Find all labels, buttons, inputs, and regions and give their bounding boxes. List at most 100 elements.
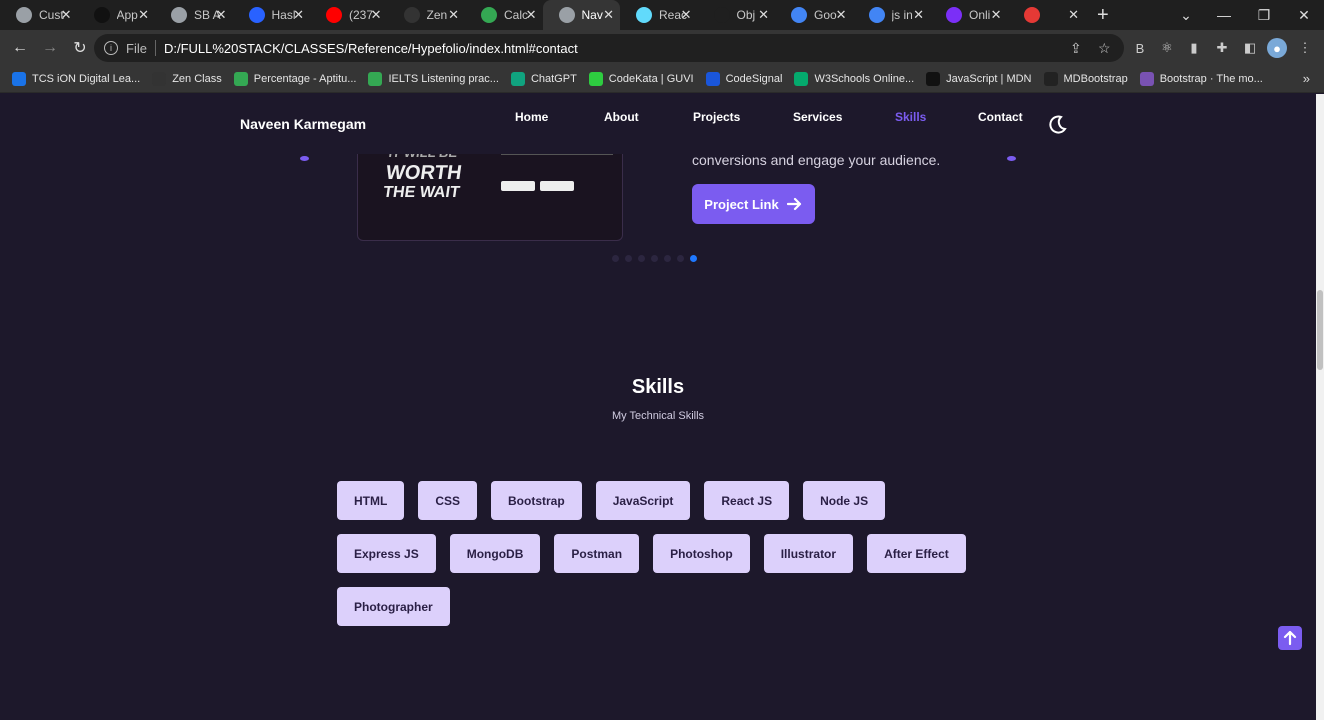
close-tab-icon[interactable]: ✕ [681, 7, 692, 23]
react-devtools-icon[interactable]: ⚛ [1157, 38, 1177, 58]
bookmark-item[interactable]: ChatGPT [510, 72, 577, 86]
close-tab-icon[interactable]: ✕ [758, 7, 769, 23]
bookmark-item[interactable]: JavaScript | MDN [926, 72, 1032, 86]
address-bar[interactable]: i File D:/FULL%20STACK/CLASSES/Reference… [94, 34, 1124, 62]
close-tab-icon[interactable]: ✕ [913, 7, 924, 23]
share-icon[interactable]: ⇪ [1070, 40, 1082, 57]
site-info-icon[interactable]: i [104, 41, 118, 55]
close-tab-icon[interactable]: ✕ [991, 7, 1002, 23]
nav-link-contact[interactable]: Contact [978, 110, 1023, 124]
bookmark-label: Bootstrap · The mo... [1159, 73, 1263, 85]
tab-search-icon[interactable]: ⌄ [1174, 4, 1198, 26]
bookmark-item[interactable]: W3Schools Online... [794, 72, 914, 86]
puzzle-icon[interactable]: ✚ [1212, 38, 1232, 58]
side-panel-icon[interactable]: ◧ [1240, 38, 1260, 58]
bookmark-item[interactable]: Percentage - Aptitu... [233, 72, 356, 86]
bookmark-label: CodeKata | GUVI [608, 73, 694, 85]
carousel-dot[interactable] [638, 255, 645, 262]
youtube-icon [326, 7, 342, 23]
close-tab-icon[interactable]: ✕ [1068, 7, 1079, 23]
close-tab-icon[interactable]: ✕ [293, 7, 304, 23]
close-window-button[interactable]: ✕ [1292, 4, 1316, 26]
skill-badge: CSS [418, 481, 478, 520]
browser-tab[interactable]: Zen ✕ [388, 0, 466, 30]
browser-tab[interactable]: Nav ✕ [542, 0, 620, 30]
bookmark-favicon-icon [926, 72, 941, 86]
bookmark-label: JavaScript | MDN [946, 73, 1032, 85]
close-tab-icon[interactable]: ✕ [836, 7, 847, 23]
bookmark-item[interactable]: CodeSignal [705, 72, 782, 86]
react-icon [636, 7, 652, 23]
carousel-prev-icon[interactable] [300, 156, 309, 161]
carousel-dot[interactable] [690, 255, 697, 262]
browser-tab[interactable]: Goo ✕ [775, 0, 853, 30]
maximize-button[interactable]: ❐ [1252, 4, 1276, 26]
close-tab-icon[interactable]: ✕ [61, 7, 72, 23]
menu-icon[interactable]: ⋮ [1295, 38, 1315, 58]
browser-tab[interactable]: ✕ [1008, 0, 1086, 30]
skill-badge: JavaScript [595, 481, 691, 520]
arrow-right-icon [786, 197, 801, 211]
tab-strip: Cust ✕ App ✕ SB A ✕ Hasl ✕ (237 ✕ Zen ✕ Calc ✕ Nav ✕ Rea… [0, 0, 1324, 30]
browser-tab[interactable]: App ✕ [78, 0, 156, 30]
play-store-badge [540, 181, 574, 191]
nav-link-services[interactable]: Services [793, 110, 842, 124]
back-icon[interactable]: ← [6, 34, 34, 62]
hashnode-icon [248, 7, 265, 23]
reload-icon[interactable]: ↻ [66, 34, 94, 62]
carousel-next-icon[interactable] [1007, 156, 1016, 161]
close-tab-icon[interactable]: ✕ [371, 7, 382, 23]
nav-link-skills[interactable]: Skills [895, 110, 926, 124]
project-link-button[interactable]: Project Link [692, 184, 815, 224]
new-tab-button[interactable]: + [1097, 4, 1109, 27]
google-icon [791, 7, 807, 23]
bookmark-item[interactable]: IELTS Listening prac... [368, 72, 499, 86]
bookmark-label: IELTS Listening prac... [388, 73, 499, 85]
extension-icon[interactable]: ▮ [1184, 38, 1204, 58]
project-link-label: Project Link [704, 196, 779, 212]
bookmark-item[interactable]: TCS iON Digital Lea... [12, 72, 140, 86]
minimize-button[interactable]: — [1212, 4, 1236, 26]
moon-icon[interactable] [1048, 114, 1068, 134]
bookmark-item[interactable]: CodeKata | GUVI [588, 72, 694, 86]
bookmark-star-icon[interactable]: ☆ [1098, 40, 1111, 57]
browser-tab[interactable]: Hasl ✕ [233, 0, 311, 30]
site-brand[interactable]: Naveen Karmegam [240, 116, 366, 132]
bookmark-item[interactable]: MDBootstrap [1043, 72, 1128, 86]
nav-link-projects[interactable]: Projects [693, 110, 740, 124]
close-tab-icon[interactable]: ✕ [448, 7, 459, 23]
browser-tab[interactable]: js in ✕ [853, 0, 931, 30]
browser-tab[interactable]: Onli ✕ [930, 0, 1008, 30]
bookmark-item[interactable]: Zen Class [152, 72, 222, 86]
url-text[interactable]: D:/FULL%20STACK/CLASSES/Reference/Hypefo… [164, 41, 578, 56]
close-tab-icon[interactable]: ✕ [138, 7, 149, 23]
nav-link-home[interactable]: Home [515, 110, 548, 124]
site-navbar: Naveen Karmegam Home About Projects Service… [0, 94, 1316, 154]
browser-tab[interactable]: SB A ✕ [155, 0, 233, 30]
forward-icon[interactable]: → [36, 34, 64, 62]
divider [154, 40, 156, 56]
more-bookmarks-icon[interactable]: » [1303, 71, 1310, 86]
browser-tab[interactable]: Calc ✕ [465, 0, 543, 30]
carousel-dot[interactable] [625, 255, 632, 262]
carousel-dot[interactable] [664, 255, 671, 262]
scrollbar-thumb[interactable] [1317, 290, 1323, 370]
nav-link-about[interactable]: About [604, 110, 639, 124]
browser-tab[interactable]: Cust ✕ [0, 0, 78, 30]
close-tab-icon[interactable]: ✕ [216, 7, 227, 23]
page-scrollbar[interactable] [1316, 94, 1324, 720]
scroll-to-top-button[interactable] [1278, 626, 1302, 650]
carousel-dot[interactable] [651, 255, 658, 262]
extension-b-icon[interactable]: B [1130, 38, 1150, 58]
bookmark-item[interactable]: Bootstrap · The mo... [1139, 72, 1263, 86]
carousel-dot[interactable] [677, 255, 684, 262]
close-tab-icon[interactable]: ✕ [526, 7, 537, 23]
scheme-label: File [126, 40, 147, 56]
browser-tab[interactable]: Reac ✕ [620, 0, 698, 30]
carousel-dot[interactable] [612, 255, 619, 262]
browser-tab[interactable]: Obj ✕ [698, 0, 776, 30]
skill-badge: Node JS [803, 481, 886, 520]
close-tab-icon[interactable]: ✕ [603, 7, 614, 23]
avatar[interactable]: ● [1267, 38, 1287, 58]
browser-tab[interactable]: (237 ✕ [310, 0, 388, 30]
